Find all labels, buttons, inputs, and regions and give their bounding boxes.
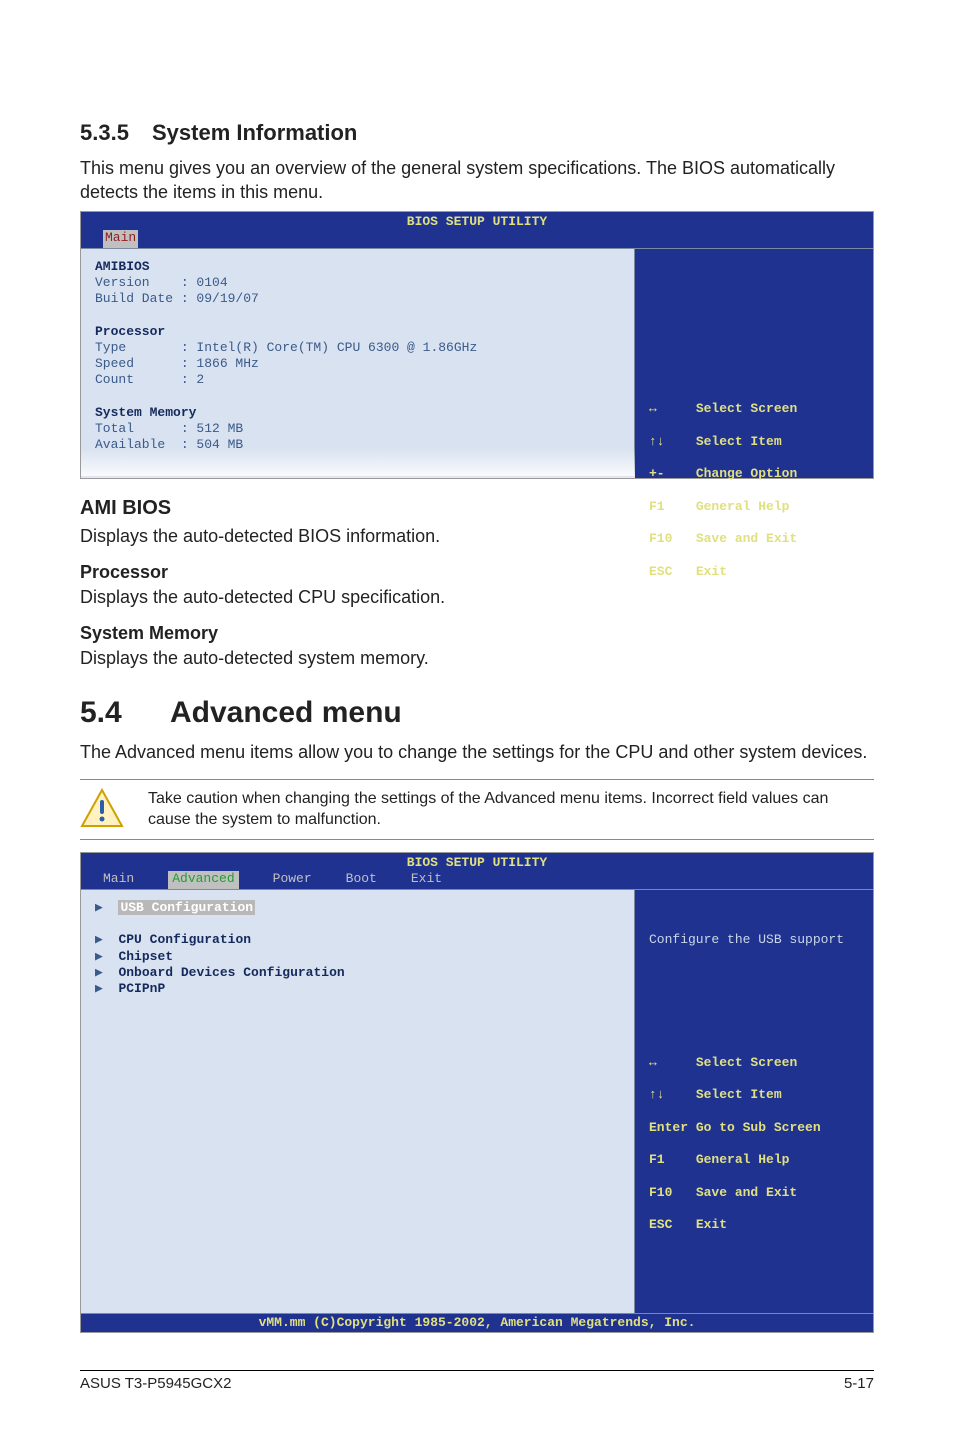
bios1-help-5: ESC Exit	[649, 564, 863, 580]
caution-text: Take caution when changing the settings …	[148, 788, 874, 831]
bios2-tab-main: Main	[103, 871, 134, 889]
section-5-3-5-title: System Information	[152, 120, 357, 145]
bios1-speed-row: Speed : 1866 MHz	[95, 356, 620, 372]
footer-product: ASUS T3-P5945GCX2	[80, 1375, 231, 1392]
bios2-help-desc: Configure the USB support	[649, 932, 863, 948]
bios2-tab-power: Power	[273, 871, 312, 889]
bios2-help-3: F1 General Help	[649, 1152, 863, 1168]
bios2-footer: vMM.mm (C)Copyright 1985-2002, American …	[81, 1313, 873, 1332]
bios2-help-2: Enter Go to Sub Screen	[649, 1120, 863, 1136]
bios1-version-row: Version : 0104	[95, 275, 620, 291]
caution-icon	[80, 788, 124, 828]
sysmem-heading: System Memory	[80, 623, 874, 644]
footer-page: 5-17	[844, 1375, 874, 1392]
bios2-tab-boot: Boot	[346, 871, 377, 889]
bios2-title: BIOS SETUP UTILITY	[81, 853, 873, 873]
bios2-item-cpu: ▶ CPU Configuration	[95, 932, 620, 948]
section-5-3-5-intro: This menu gives you an overview of the g…	[80, 156, 874, 205]
sysmem-text: Displays the auto-detected system memory…	[80, 646, 874, 670]
bios1-help-1: ↑↓ Select Item	[649, 434, 863, 450]
section-5-3-5-heading: 5.3.5System Information	[80, 120, 874, 146]
bios1-tab-main: Main	[103, 230, 138, 248]
bios2-item-onboard: ▶ Onboard Devices Configuration	[95, 965, 620, 981]
bios-screenshot-main: BIOS SETUP UTILITY Main AMIBIOS Version …	[80, 211, 874, 479]
bios2-help-4: F10 Save and Exit	[649, 1185, 863, 1201]
bios1-total-row: Total : 512 MB	[95, 421, 620, 437]
bios2-item-chipset: ▶ Chipset	[95, 949, 620, 965]
bios2-tab-advanced: Advanced	[168, 871, 238, 889]
bios2-help-0: ↔ Select Screen	[649, 1055, 863, 1071]
section-5-4-intro: The Advanced menu items allow you to cha…	[80, 740, 874, 764]
bios1-processor-header: Processor	[95, 324, 620, 340]
bios1-help-0: ↔ Select Screen	[649, 401, 863, 417]
bios1-help-2: +- Change Option	[649, 466, 863, 482]
bios2-tab-exit: Exit	[411, 871, 442, 889]
caution-block: Take caution when changing the settings …	[80, 779, 874, 840]
bios1-help-3: F1 General Help	[649, 499, 863, 515]
bios1-builddate-row: Build Date : 09/19/07	[95, 291, 620, 307]
page-footer: ASUS T3-P5945GCX2 5-17	[80, 1370, 874, 1392]
bios1-help-4: F10 Save and Exit	[649, 531, 863, 547]
bios1-available-row: Available : 504 MB	[95, 437, 620, 453]
section-5-4-title: Advanced menu	[170, 696, 402, 729]
bios1-title: BIOS SETUP UTILITY	[81, 212, 873, 232]
bios2-help-5: ESC Exit	[649, 1217, 863, 1233]
bios-screenshot-advanced: BIOS SETUP UTILITY Main Advanced Power B…	[80, 852, 874, 1333]
section-5-4-number: 5.4	[80, 696, 170, 730]
bios2-item-pcipnp: ▶ PCIPnP	[95, 981, 620, 997]
bios2-help-1: ↑↓ Select Item	[649, 1087, 863, 1103]
bios1-type-row: Type : Intel(R) Core(TM) CPU 6300 @ 1.86…	[95, 340, 620, 356]
section-5-3-5-number: 5.3.5	[80, 120, 152, 146]
bios1-sysmem-header: System Memory	[95, 405, 620, 421]
bios2-item-usb: ▶ USB Configuration	[95, 900, 620, 916]
bios1-amibios-header: AMIBIOS	[95, 259, 620, 275]
section-5-4-heading: 5.4Advanced menu	[80, 696, 874, 730]
bios1-count-row: Count : 2	[95, 372, 620, 388]
